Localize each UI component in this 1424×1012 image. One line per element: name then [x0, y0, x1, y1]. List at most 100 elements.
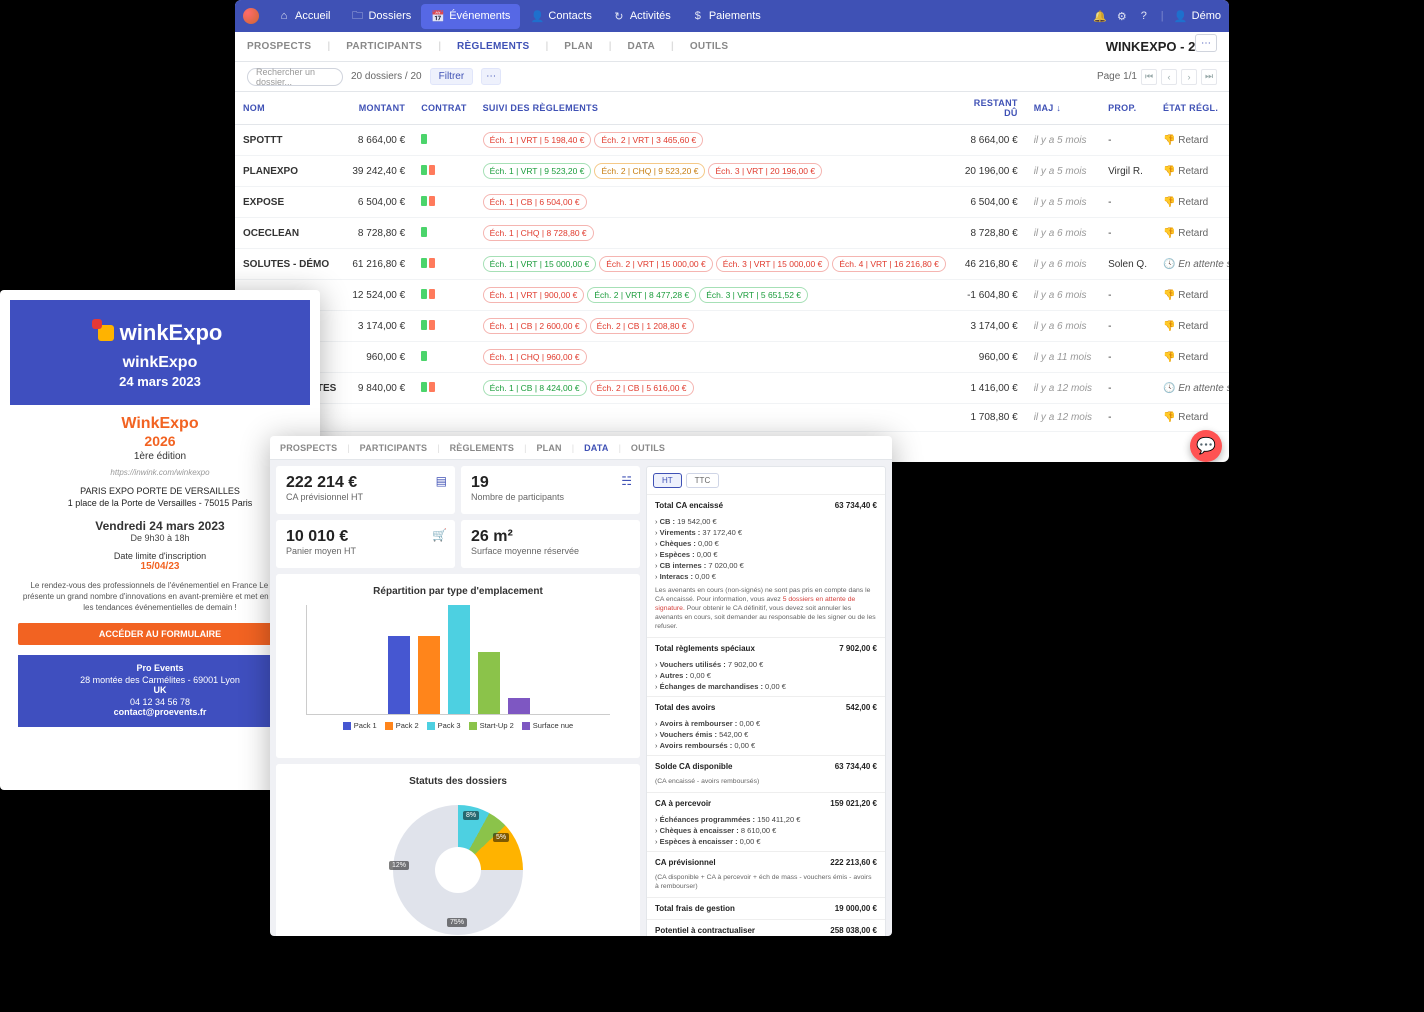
thumbs-down-icon: 👎 — [1163, 166, 1175, 177]
col-2[interactable]: CONTRAT — [413, 92, 474, 125]
cell-maj: il y a 11 mois — [1026, 342, 1100, 373]
flyer-email[interactable]: contact@proevents.fr — [34, 707, 286, 717]
flyer-description: Le rendez-vous des professionnels de l'é… — [18, 580, 302, 613]
table-row[interactable]: 1 708,80 €il y a 12 mois-👎 RetardVALIDÉ — [235, 404, 1229, 432]
col-1[interactable]: MONTANT — [344, 92, 413, 125]
cell-contrat — [413, 249, 474, 280]
filter-more-button[interactable]: ⋯ — [481, 68, 501, 85]
tab-prospects[interactable]: PROSPECTS — [247, 41, 311, 52]
payment-pill[interactable]: Éch. 4 | VRT | 16 216,80 € — [832, 256, 946, 272]
payment-pill[interactable]: Éch. 1 | CB | 8 424,00 € — [483, 380, 587, 396]
payment-pill[interactable]: Éch. 1 | CHQ | 8 728,80 € — [483, 225, 594, 241]
col-0[interactable]: NOM — [235, 92, 344, 125]
dtab-outils[interactable]: OUTILS — [631, 443, 665, 453]
cell-contrat — [413, 156, 474, 187]
doc-ok-icon — [421, 165, 427, 175]
tab-plan[interactable]: PLAN — [564, 41, 592, 52]
calendar-icon: 📅 — [431, 10, 445, 23]
search-input[interactable]: Rechercher un dossier... — [247, 68, 343, 86]
flyer-cta-button[interactable]: ACCÉDER AU FORMULAIRE — [18, 623, 302, 645]
nav-accueil[interactable]: ⌂Accueil — [267, 4, 340, 28]
payment-pill[interactable]: Éch. 1 | VRT | 5 198,40 € — [483, 132, 592, 148]
side-subnote: (CA encaissé - avoirs remboursés) — [647, 777, 885, 792]
col-5[interactable]: MAJ ↓ — [1026, 92, 1100, 125]
bell-icon[interactable]: 🔔 — [1093, 10, 1107, 23]
cell-montant: 12 524,00 € — [344, 280, 413, 311]
flyer-country: UK — [34, 685, 286, 695]
nav-contacts[interactable]: 👤Contacts — [520, 4, 601, 29]
more-button[interactable]: ⋯ — [1195, 34, 1217, 52]
metric-ca: 222 214 €CA prévisionnel HT▤ — [276, 466, 455, 514]
nav-activites[interactable]: ↻Activités — [602, 4, 681, 29]
table-row[interactable]: 960,00 €Éch. 1 | CHQ | 960,00 €960,00 €i… — [235, 342, 1229, 373]
brand-icon — [98, 325, 114, 341]
cell-prop: Virgil R. — [1100, 156, 1155, 187]
dtab-data[interactable]: DATA — [584, 443, 608, 453]
payment-pill[interactable]: Éch. 2 | CHQ | 9 523,20 € — [594, 163, 705, 179]
cell-montant: 3 174,00 € — [344, 311, 413, 342]
side-tab-ttc[interactable]: TTC — [686, 473, 720, 488]
table-row[interactable]: SOLUTES - DÉMO61 216,80 €Éch. 1 | VRT | … — [235, 249, 1229, 280]
cell-prop: - — [1100, 373, 1155, 404]
page-last[interactable]: ⏭ — [1201, 69, 1217, 85]
table-row[interactable]: PLANEXPO39 242,40 €Éch. 1 | VRT | 9 523,… — [235, 156, 1229, 187]
help-icon[interactable]: ? — [1137, 10, 1151, 22]
cell-contrat — [413, 373, 474, 404]
cell-contrat — [413, 218, 474, 249]
side-sub: › Vouchers utilisés : 7 902,00 €› Autres… — [647, 659, 885, 696]
cell-etat: 👎 Retard — [1155, 125, 1229, 156]
col-7[interactable]: ÉTAT RÉGL. — [1155, 92, 1229, 125]
payment-pill[interactable]: Éch. 1 | CB | 6 504,00 € — [483, 194, 587, 210]
table-row[interactable]: 3 174,00 € Éch. 1 | CB | 2 600,00 €Éch. 2… — [235, 311, 1229, 342]
payment-pill[interactable]: Éch. 1 | VRT | 15 000,00 € — [483, 256, 597, 272]
metric-participants: 19Nombre de participants☵ — [461, 466, 640, 514]
payment-pill[interactable]: Éch. 2 | VRT | 15 000,00 € — [599, 256, 713, 272]
payment-pill[interactable]: Éch. 1 | VRT | 900,00 € — [483, 287, 585, 303]
tab-outils[interactable]: OUTILS — [690, 41, 728, 52]
nav-evenements[interactable]: 📅Événements — [421, 4, 520, 29]
tab-participants[interactable]: PARTICIPANTS — [346, 41, 422, 52]
col-4[interactable]: RESTANT DÛ — [957, 92, 1026, 125]
table-row[interactable]: …IAS ASSOCIATES9 840,00 €Éch. 1 | CB | 8… — [235, 373, 1229, 404]
cell-nom: EXPOSE — [235, 187, 344, 218]
payment-pill[interactable]: Éch. 1 | CB | 2 600,00 € — [483, 318, 587, 334]
filter-button[interactable]: Filtrer — [430, 68, 474, 85]
cell-montant: 61 216,80 € — [344, 249, 413, 280]
table-row[interactable]: … LLC12 524,00 €Éch. 1 | VRT | 900,00 €É… — [235, 280, 1229, 311]
dtab-plan[interactable]: PLAN — [536, 443, 561, 453]
payment-pill[interactable]: Éch. 3 | VRT | 20 196,00 € — [708, 163, 822, 179]
table-row[interactable]: EXPOSE6 504,00 €Éch. 1 | CB | 6 504,00 €… — [235, 187, 1229, 218]
payment-pill[interactable]: Éch. 3 | VRT | 15 000,00 € — [716, 256, 830, 272]
payment-pill[interactable]: Éch. 3 | VRT | 5 651,52 € — [699, 287, 808, 303]
page-first[interactable]: ⏮ — [1141, 69, 1157, 85]
payment-pill[interactable]: Éch. 1 | VRT | 9 523,20 € — [483, 163, 592, 179]
col-3[interactable]: SUIVI DES RÈGLEMENTS — [475, 92, 957, 125]
dtab-reglements[interactable]: RÈGLEMENTS — [450, 443, 515, 453]
dtab-prospects[interactable]: PROSPECTS — [280, 443, 337, 453]
user-label[interactable]: Démo — [1192, 10, 1221, 22]
col-6[interactable]: PROP. — [1100, 92, 1155, 125]
flyer-url[interactable]: https://inwink.com/winkexpo — [18, 468, 302, 477]
tab-reglements[interactable]: RÈGLEMENTS — [457, 41, 529, 52]
table-row[interactable]: OCECLEAN8 728,80 €Éch. 1 | CHQ | 8 728,8… — [235, 218, 1229, 249]
gear-icon[interactable]: ⚙ — [1115, 10, 1129, 23]
cell-montant: 960,00 € — [344, 342, 413, 373]
chat-button[interactable]: 💬 — [1190, 430, 1222, 462]
nav-paiements[interactable]: $Paiements — [681, 4, 771, 28]
page-prev[interactable]: ‹ — [1161, 69, 1177, 85]
payment-pill[interactable]: Éch. 2 | CB | 1 208,80 € — [590, 318, 694, 334]
side-row: Potentiel à contractualiser258 038,00 € — [647, 919, 885, 936]
tab-data[interactable]: DATA — [628, 41, 656, 52]
side-tab-ht[interactable]: HT — [653, 473, 682, 488]
page-next[interactable]: › — [1181, 69, 1197, 85]
nav-dossiers[interactable]: 🗀Dossiers — [340, 1, 421, 32]
cell-contrat — [413, 280, 474, 311]
payment-pill[interactable]: Éch. 2 | CB | 5 616,00 € — [590, 380, 694, 396]
payment-pill[interactable]: Éch. 2 | VRT | 3 465,60 € — [594, 132, 703, 148]
payment-pill[interactable]: Éch. 1 | CHQ | 960,00 € — [483, 349, 587, 365]
dtab-participants[interactable]: PARTICIPANTS — [360, 443, 428, 453]
doc-ok-icon — [421, 351, 427, 361]
payment-pill[interactable]: Éch. 2 | VRT | 8 477,28 € — [587, 287, 696, 303]
euro-icon: ▤ — [436, 474, 447, 488]
table-row[interactable]: SPOTTT8 664,00 €Éch. 1 | VRT | 5 198,40 … — [235, 125, 1229, 156]
